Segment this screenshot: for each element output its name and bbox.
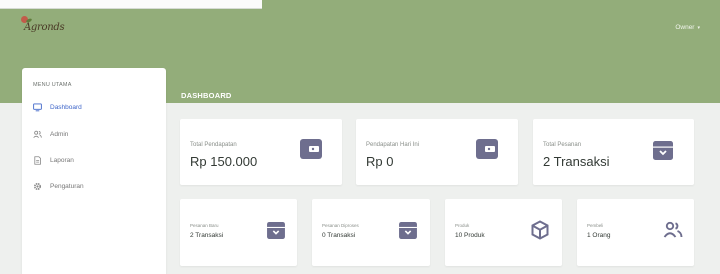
stat-card-pesanan-baru: Pesanan Baru 2 Transaksi bbox=[180, 199, 297, 266]
stat-value: 2 Transaksi bbox=[543, 154, 610, 169]
sidebar-item-label: Dashboard bbox=[50, 104, 82, 111]
browser-top-strip bbox=[0, 0, 262, 9]
sidebar: MENU UTAMA Dashboard Admin Laporan Penga… bbox=[22, 68, 166, 274]
stat-card-total-pendapatan: Total Pendapatan Rp 150.000 bbox=[180, 119, 342, 185]
archive-icon bbox=[653, 141, 673, 160]
chevron-down-icon: ▾ bbox=[697, 24, 700, 31]
sidebar-item-admin[interactable]: Admin bbox=[33, 130, 68, 139]
user-menu[interactable]: Owner ▾ bbox=[675, 24, 700, 31]
stat-label: Pembeli bbox=[587, 223, 604, 228]
user-group-icon bbox=[663, 220, 683, 240]
stat-label: Pesanan Baru bbox=[190, 223, 219, 228]
report-icon bbox=[33, 156, 42, 165]
archive-icon bbox=[399, 222, 417, 239]
stat-card-total-pesanan: Total Pesanan 2 Transaksi bbox=[533, 119, 694, 185]
users-icon bbox=[33, 130, 42, 139]
box-icon bbox=[530, 220, 550, 240]
sidebar-heading: MENU UTAMA bbox=[33, 82, 72, 88]
stat-card-pendapatan-hari-ini: Pendapatan Hari Ini Rp 0 bbox=[356, 119, 518, 185]
archive-icon bbox=[267, 222, 285, 239]
sidebar-item-label: Laporan bbox=[50, 157, 74, 164]
stat-label: Produk bbox=[455, 223, 470, 228]
stat-value: Rp 0 bbox=[366, 154, 394, 169]
sidebar-item-label: Pengaturan bbox=[50, 183, 84, 190]
stat-card-produk: Produk 10 Produk bbox=[445, 199, 562, 266]
sidebar-item-dashboard[interactable]: Dashboard bbox=[33, 103, 82, 112]
sidebar-item-label: Admin bbox=[50, 131, 69, 138]
stat-value: 10 Produk bbox=[455, 232, 485, 239]
logo-text: Agronds bbox=[24, 22, 65, 33]
stat-value: 1 Orang bbox=[587, 232, 611, 239]
stat-value: 0 Transaksi bbox=[322, 232, 356, 239]
user-name: Owner bbox=[675, 24, 695, 31]
sidebar-item-laporan[interactable]: Laporan bbox=[33, 156, 74, 165]
gear-icon bbox=[33, 182, 42, 191]
wallet-icon bbox=[476, 139, 498, 159]
app-logo[interactable]: Agronds bbox=[21, 16, 65, 38]
stat-card-pesanan-diproses: Pesanan Diproses 0 Transaksi bbox=[312, 199, 430, 266]
stat-card-pembeli: Pembeli 1 Orang bbox=[577, 199, 694, 266]
stat-label: Total Pesanan bbox=[543, 142, 582, 148]
stat-value: Rp 150.000 bbox=[190, 154, 258, 169]
monitor-icon bbox=[33, 103, 42, 112]
stat-value: 2 Transaksi bbox=[190, 232, 224, 239]
wallet-icon bbox=[300, 139, 322, 159]
page-title: DASHBOARD bbox=[181, 91, 232, 100]
stat-label: Total Pendapatan bbox=[190, 142, 237, 148]
stat-label: Pesanan Diproses bbox=[322, 223, 359, 228]
stat-label: Pendapatan Hari Ini bbox=[366, 142, 420, 148]
sidebar-item-pengaturan[interactable]: Pengaturan bbox=[33, 182, 84, 191]
